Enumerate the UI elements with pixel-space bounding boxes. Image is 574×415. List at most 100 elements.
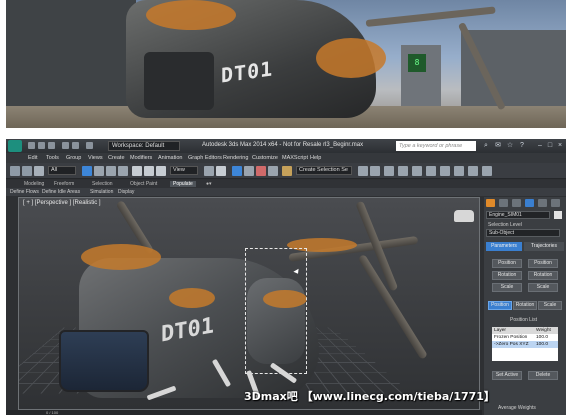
position-track-button[interactable]: Position xyxy=(488,301,512,310)
time-slider[interactable]: 0 / 100 xyxy=(6,410,482,415)
viewcube-icon[interactable] xyxy=(454,210,474,222)
layer-weight: 100.0 xyxy=(536,335,549,340)
search-icon[interactable]: ⌕ xyxy=(482,142,490,150)
tab-modeling[interactable]: Modeling xyxy=(24,181,44,187)
new-file-icon[interactable] xyxy=(28,142,35,149)
menu-help[interactable]: Help xyxy=(310,155,321,161)
menu-tools[interactable]: Tools xyxy=(46,155,59,161)
curve-editor-icon[interactable] xyxy=(412,166,422,176)
app-logo-icon[interactable] xyxy=(8,140,22,152)
select-by-name-icon[interactable] xyxy=(94,166,104,176)
viewport-label[interactable]: [ + ] [Perspective ] [Realistic ] xyxy=(23,200,101,206)
link-icon[interactable] xyxy=(10,166,20,176)
hierarchy-tab-icon[interactable] xyxy=(512,199,521,207)
position-key-button[interactable]: Position xyxy=(528,259,558,268)
tab-parameters[interactable]: Parameters xyxy=(486,242,522,251)
named-selection-set-dropdown[interactable]: Create Selection Se xyxy=(296,166,352,175)
select-manipulate-icon[interactable] xyxy=(216,166,226,176)
angle-snap-icon[interactable] xyxy=(244,166,254,176)
menu-modifiers[interactable]: Modifiers xyxy=(130,155,152,161)
bind-space-warp-icon[interactable] xyxy=(34,166,44,176)
pivot-center-icon[interactable] xyxy=(204,166,214,176)
open-file-icon[interactable] xyxy=(38,142,45,149)
close-icon[interactable]: × xyxy=(556,142,564,150)
mirror-icon[interactable] xyxy=(358,166,368,176)
maximize-icon[interactable]: □ xyxy=(546,142,554,150)
spinner-snap-icon[interactable] xyxy=(268,166,278,176)
menu-graph-editors[interactable]: Graph Editors xyxy=(188,155,222,161)
set-active-button[interactable]: Set Active xyxy=(492,371,522,380)
align-icon[interactable] xyxy=(370,166,380,176)
position-button[interactable]: Position xyxy=(492,259,522,268)
move-icon[interactable] xyxy=(132,166,142,176)
redo-icon[interactable] xyxy=(72,142,79,149)
delete-button[interactable]: Delete xyxy=(528,371,558,380)
define-flows-button[interactable]: Define Flows xyxy=(10,189,39,195)
menu-edit[interactable]: Edit xyxy=(28,155,37,161)
rectangular-selection-icon[interactable] xyxy=(106,166,116,176)
menu-group[interactable]: Group xyxy=(66,155,81,161)
workspace-dropdown[interactable]: Workspace: Default xyxy=(108,141,180,151)
menu-customize[interactable]: Customize xyxy=(252,155,278,161)
rendered-frame-window-icon[interactable] xyxy=(468,166,478,176)
tab-freeform[interactable]: Freeform xyxy=(54,181,74,187)
rotation-button[interactable]: Rotation xyxy=(492,271,522,280)
favorites-icon[interactable]: ☆ xyxy=(506,142,514,150)
selection-level-dropdown[interactable]: Sub-Object xyxy=(486,229,560,237)
undo-icon[interactable] xyxy=(62,142,69,149)
rotation-track-button[interactable]: Rotation xyxy=(513,301,537,310)
display-button[interactable]: Display xyxy=(118,189,134,195)
graphite-toggle-icon[interactable] xyxy=(398,166,408,176)
search-input[interactable]: Type a keyword or phrase xyxy=(396,141,476,151)
tab-trajectories[interactable]: Trajectories xyxy=(524,242,564,251)
menu-views[interactable]: Views xyxy=(88,155,103,161)
select-object-icon[interactable] xyxy=(82,166,92,176)
save-icon[interactable] xyxy=(48,142,55,149)
rotation-key-button[interactable]: Rotation xyxy=(528,271,558,280)
display-tab-icon[interactable] xyxy=(538,199,547,207)
scale-track-button[interactable]: Scale xyxy=(538,301,562,310)
edit-named-selection-icon[interactable] xyxy=(282,166,292,176)
percent-snap-icon[interactable] xyxy=(256,166,266,176)
list-item[interactable]: ->Zero Pos XYZ 100.0 xyxy=(492,341,558,348)
help-icon[interactable]: ? xyxy=(518,142,526,150)
schematic-view-icon[interactable] xyxy=(426,166,436,176)
object-color-swatch[interactable] xyxy=(554,211,562,219)
menu-maxscript[interactable]: MAXScript xyxy=(282,155,308,161)
perspective-viewport[interactable]: [ + ] [Perspective ] [Realistic ] DT01 xyxy=(18,197,480,410)
scale-button[interactable]: Scale xyxy=(492,283,522,292)
utilities-tab-icon[interactable] xyxy=(551,199,560,207)
rotate-icon[interactable] xyxy=(144,166,154,176)
average-weights-label[interactable]: Average Weights xyxy=(498,405,536,411)
scale-key-button[interactable]: Scale xyxy=(528,283,558,292)
ribbon-options-icon[interactable]: ●▾ xyxy=(206,181,212,187)
object-name-field[interactable]: Engine_SIM01 xyxy=(486,211,550,219)
window-crossing-icon[interactable] xyxy=(118,166,128,176)
building xyxy=(461,30,566,110)
tab-populate[interactable]: Populate xyxy=(170,181,196,187)
menu-create[interactable]: Create xyxy=(108,155,125,161)
define-idle-areas-button[interactable]: Define Idle Areas xyxy=(42,189,80,195)
list-item[interactable]: Frozen Position 100.0 xyxy=(492,334,558,341)
reference-coordinate-dropdown[interactable]: View xyxy=(170,166,198,175)
menu-rendering[interactable]: Rendering xyxy=(223,155,248,161)
render-setup-icon[interactable] xyxy=(454,166,464,176)
unlink-icon[interactable] xyxy=(22,166,32,176)
simulation-button[interactable]: Simulation xyxy=(90,189,113,195)
motion-tab-icon[interactable] xyxy=(525,199,534,207)
modify-tab-icon[interactable] xyxy=(499,199,508,207)
render-production-icon[interactable] xyxy=(482,166,492,176)
snaps-toggle-icon[interactable] xyxy=(232,166,242,176)
selection-filter-dropdown[interactable]: All xyxy=(48,166,76,175)
layer-manager-icon[interactable] xyxy=(384,166,394,176)
project-folder-icon[interactable] xyxy=(86,142,93,149)
minimize-icon[interactable]: – xyxy=(536,142,544,150)
material-editor-icon[interactable] xyxy=(440,166,450,176)
communication-icon[interactable]: ✉ xyxy=(494,142,502,150)
scale-icon[interactable] xyxy=(156,166,166,176)
tab-selection[interactable]: Selection xyxy=(92,181,113,187)
helicopter-cockpit[interactable] xyxy=(59,330,149,392)
tab-object-paint[interactable]: Object Paint xyxy=(130,181,157,187)
create-tab-icon[interactable] xyxy=(486,199,495,207)
menu-animation[interactable]: Animation xyxy=(158,155,182,161)
